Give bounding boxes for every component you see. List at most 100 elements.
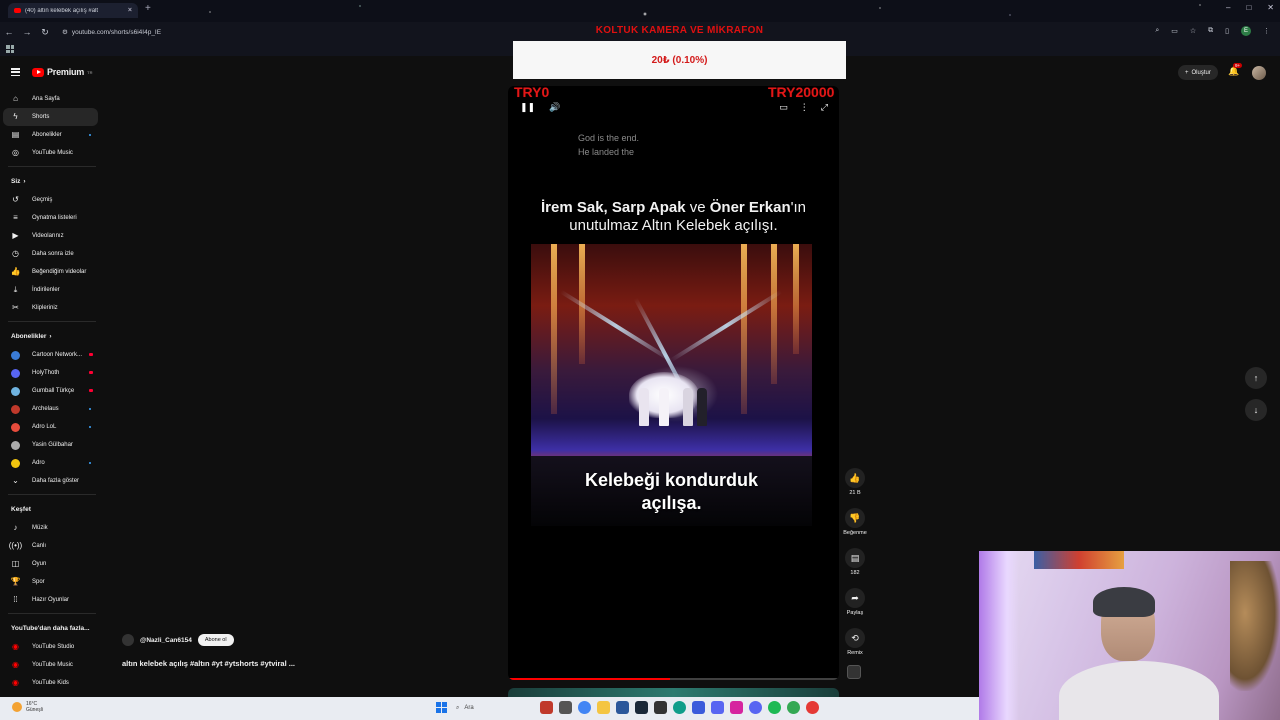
sidebar-item-youtube-kids[interactable]: ◉ YouTube Kids	[0, 674, 104, 692]
notifications-button[interactable]: 🔔 9+	[1228, 63, 1243, 77]
instagram-icon[interactable]	[730, 701, 743, 714]
apps-grid-icon[interactable]	[6, 45, 14, 53]
taskbar-search[interactable]: ⌕ Ara	[456, 702, 526, 714]
gamepad-icon: ◫	[11, 559, 20, 568]
new-content-dot	[89, 462, 91, 464]
sidebar-channel[interactable]: Adro LoL	[0, 418, 104, 436]
sidebar-channel[interactable]: Gumball Türkçe	[0, 382, 104, 400]
browser-tab[interactable]: (40) altın kelebek açılış #alt ×	[8, 3, 138, 18]
weather-widget[interactable]: 16°C Güneşli	[12, 701, 43, 713]
sidebar-item-watch-later[interactable]: ◷ Daha sonra izle	[0, 245, 104, 263]
edge-icon[interactable]	[673, 701, 686, 714]
next-short-button[interactable]: ↓	[1245, 399, 1267, 421]
sidebar-section-you[interactable]: Siz ›	[0, 171, 104, 191]
sidebar-item-subscriptions[interactable]: ▤ Abonelikler	[0, 126, 104, 144]
sidebar-item-shorts[interactable]: ϟ Shorts	[3, 108, 98, 126]
channel-handle[interactable]: @Nazli_Can6154	[140, 637, 192, 644]
back-icon[interactable]: ←	[0, 27, 18, 37]
bookmark-star-icon[interactable]: ☆	[1190, 27, 1196, 35]
menu-icon[interactable]	[11, 68, 20, 76]
steam-icon[interactable]	[635, 701, 648, 714]
like-button[interactable]: 👍 21 B	[843, 466, 867, 506]
chrome-icon[interactable]	[578, 701, 591, 714]
sidebar-channel[interactable]: Archelaus	[0, 400, 104, 418]
youtube-logo[interactable]: Premium TR	[32, 67, 92, 77]
taskbar-app-icon[interactable]	[711, 701, 724, 714]
folder-icon[interactable]	[597, 701, 610, 714]
sidebar-item-clips[interactable]: ✂ Klipleriniz	[0, 299, 104, 317]
section-title: YouTube'dan daha fazla...	[11, 624, 90, 632]
sidebar-item-history[interactable]: ↺ Geçmiş	[0, 191, 104, 209]
sidebar-item-home[interactable]: ⌂ Ana Sayfa	[0, 90, 104, 108]
minimize-icon[interactable]: –	[1226, 3, 1230, 12]
sidebar-item-label: Geçmiş	[32, 197, 53, 203]
taskbar-app-icon[interactable]	[616, 701, 629, 714]
video-description[interactable]: altın kelebek açılış #altın #yt #ytshort…	[122, 659, 295, 668]
sidebar-item-gaming[interactable]: ◫ Oyun	[0, 555, 104, 573]
sidebar-item-playlists[interactable]: ≡ Oynatma listeleri	[0, 209, 104, 227]
discord-icon[interactable]	[749, 701, 762, 714]
remix-button[interactable]: ⟲ Remix	[843, 626, 867, 666]
live-indicator-icon	[89, 389, 93, 392]
sidebar-channel[interactable]: Cartoon Network...	[0, 346, 104, 364]
pause-icon[interactable]: ❚❚	[520, 102, 535, 113]
taskbar-app-icon[interactable]	[806, 701, 819, 714]
channel-avatar[interactable]	[122, 634, 134, 646]
new-tab-button[interactable]: +	[145, 3, 151, 14]
close-tab-icon[interactable]: ×	[128, 7, 132, 14]
site-info-icon[interactable]: ⚙	[62, 28, 68, 36]
channel-name: Adro LoL	[32, 424, 57, 430]
your-videos-icon: ▶	[12, 231, 19, 240]
previous-short-button[interactable]: ↑	[1245, 367, 1267, 389]
sound-thumbnail[interactable]	[847, 665, 861, 679]
sidebar-item-sports[interactable]: 🏆 Spor	[0, 573, 104, 591]
shorts-player[interactable]: ❚❚ 🔊 ▭ ⋮ ⤢ God is the end. He landed the…	[508, 86, 839, 680]
video-progress-bar[interactable]	[508, 678, 839, 680]
dislike-button[interactable]: 👎 Beğenme	[843, 506, 867, 546]
windows-start-icon[interactable]	[436, 702, 447, 713]
sidebar-item-downloads[interactable]: ⤓ İndirilenler	[0, 281, 104, 299]
show-more-button[interactable]: ⌄ Daha fazla göster	[0, 472, 104, 490]
cast-icon[interactable]: ▭	[1171, 27, 1178, 35]
sidebar-channel[interactable]: Adro	[0, 454, 104, 472]
sidebar-item-liked-videos[interactable]: 👍 Beğendiğim videolar	[0, 263, 104, 281]
chrome-icon[interactable]	[787, 701, 800, 714]
taskbar-app-icon[interactable]	[559, 701, 572, 714]
maximize-icon[interactable]: □	[1246, 3, 1251, 12]
profile-avatar[interactable]: E	[1241, 26, 1251, 36]
sidebar-item-music[interactable]: ♪ Müzik	[0, 519, 104, 537]
subscribe-button[interactable]: Abone ol	[197, 634, 234, 646]
taskbar-app-icon[interactable]	[654, 701, 667, 714]
sidebar-item-playables[interactable]: ⁞⁞ Hazır Oyunlar	[0, 591, 104, 609]
sidebar-channel[interactable]: Yasin Gülbahar	[0, 436, 104, 454]
channel-avatar	[11, 458, 20, 468]
share-button[interactable]: ➦ Paylaş	[843, 586, 867, 626]
sidebar-item-youtube-music[interactable]: ◎ YouTube Music	[0, 144, 104, 162]
captions-icon[interactable]: ▭	[779, 102, 788, 113]
close-window-icon[interactable]: ✕	[1267, 3, 1274, 12]
sidebar-item-your-videos[interactable]: ▶ Videolarınız	[0, 227, 104, 245]
url-field[interactable]: ⚙ youtube.com/shorts/s6i4I4p_IE	[62, 25, 502, 39]
zoom-icon[interactable]: ⌕	[1155, 27, 1159, 35]
comments-button[interactable]: ▤ 182	[843, 546, 867, 586]
new-content-dot	[89, 426, 91, 428]
create-button[interactable]: + Oluştur	[1178, 65, 1218, 80]
reload-icon[interactable]: ↻	[36, 27, 54, 38]
volume-icon[interactable]: 🔊	[549, 102, 560, 113]
browser-menu-icon[interactable]: ⋮	[1263, 27, 1270, 35]
extensions-icon[interactable]: ⧉	[1208, 27, 1213, 35]
spotify-icon[interactable]	[768, 701, 781, 714]
fullscreen-icon[interactable]: ⤢	[821, 102, 828, 113]
sidebar-item-youtube-studio[interactable]: ◉ YouTube Studio	[0, 638, 104, 656]
sidebar-item-youtube-music-app[interactable]: ◉ YouTube Music	[0, 656, 104, 674]
taskbar-app-icon[interactable]	[540, 701, 553, 714]
forward-icon[interactable]: →	[18, 27, 36, 37]
account-avatar[interactable]	[1252, 66, 1266, 80]
sidebar-channel[interactable]: HolyThoth	[0, 364, 104, 382]
sidebar-panel-icon[interactable]: ▯	[1225, 27, 1229, 35]
sidebar-section-subscriptions[interactable]: Abonelikler ›	[0, 326, 104, 346]
more-options-icon[interactable]: ⋮	[800, 102, 809, 113]
channel-name: Yasin Gülbahar	[32, 442, 73, 448]
sidebar-item-live[interactable]: ((•)) Canlı	[0, 537, 104, 555]
taskbar-app-icon[interactable]	[692, 701, 705, 714]
